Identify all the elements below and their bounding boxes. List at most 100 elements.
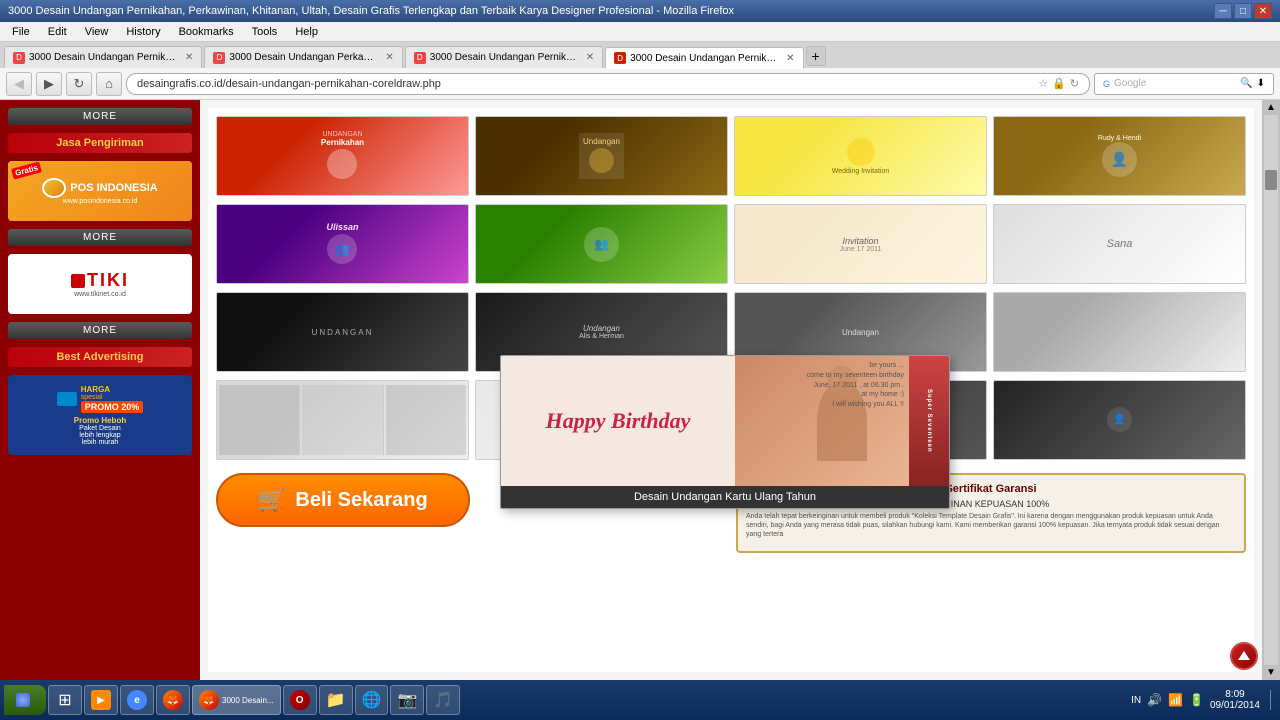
- grid-img-2-3[interactable]: Invitation June 17 2011: [734, 204, 987, 284]
- up-arrow-icon: [1237, 649, 1251, 663]
- tooltip-image-area: Happy Birthday be yours ... come to my s…: [501, 356, 949, 486]
- taskbar-app2[interactable]: 🎵: [426, 685, 460, 715]
- maximize-button[interactable]: □: [1234, 3, 1252, 19]
- tiki-name: TIKI: [87, 270, 129, 291]
- promo-percent: PROMO 20%: [81, 401, 144, 413]
- menu-bar: File Edit View History Bookmarks Tools H…: [0, 22, 1280, 42]
- promo-banner[interactable]: HARGA spesial PROMO 20% Promo Heboh Pake…: [8, 375, 192, 455]
- reload-button[interactable]: ↻: [66, 72, 92, 96]
- new-tab-button[interactable]: +: [806, 46, 826, 66]
- grid-img-1-2[interactable]: Undangan: [475, 116, 728, 196]
- url-text: desaingrafis.co.id/desain-undangan-perni…: [137, 78, 1034, 90]
- promo-spesial: spesial: [81, 394, 144, 401]
- home-button[interactable]: ⌂: [96, 72, 122, 96]
- taskbar-media[interactable]: ▶: [84, 685, 118, 715]
- start-button[interactable]: [4, 685, 46, 715]
- search-icon[interactable]: 🔍: [1240, 78, 1252, 89]
- taskbar-windows[interactable]: ⊞: [48, 685, 82, 715]
- grid-img-1-3[interactable]: Wedding Invitation: [734, 116, 987, 196]
- time-display: 8:09 09/01/2014: [1210, 689, 1260, 711]
- menu-edit[interactable]: Edit: [40, 24, 75, 40]
- network-icon[interactable]: 📶: [1168, 693, 1183, 707]
- cart-icon: 🛒: [258, 487, 285, 513]
- image-grid-row2: Ulissan 👥 👥 Invitation June 17 2011: [216, 204, 1246, 284]
- ie-icon: e: [127, 690, 147, 710]
- tab-1-label: 3000 Desain Undangan Pernikahan, P...: [29, 52, 179, 63]
- minimize-button[interactable]: ─: [1214, 3, 1232, 19]
- left-sidebar: MORE Jasa Pengiriman Gratis POS INDONESI…: [0, 100, 200, 680]
- grid-img-4-4[interactable]: 👤: [993, 380, 1246, 460]
- taskbar-firefox[interactable]: 🦊: [156, 685, 190, 715]
- close-button[interactable]: ✕: [1254, 3, 1272, 19]
- grid-img-2-4[interactable]: Sana: [993, 204, 1246, 284]
- scroll-to-top-button[interactable]: [1230, 642, 1258, 670]
- battery-icon[interactable]: 🔋: [1189, 693, 1204, 707]
- scroll-thumb[interactable]: [1265, 170, 1277, 190]
- taskbar-opera[interactable]: O: [283, 685, 317, 715]
- forward-button[interactable]: ▶: [36, 72, 62, 96]
- app2-icon: 🎵: [433, 690, 453, 710]
- taskbar-app1[interactable]: 📷: [390, 685, 424, 715]
- tab-4-close[interactable]: ✕: [786, 53, 794, 64]
- more-button-tiki[interactable]: MORE: [8, 322, 192, 339]
- grid-img-3-4[interactable]: [993, 292, 1246, 372]
- tab-4[interactable]: D 3000 Desain Undangan Pernikahan, P... …: [605, 47, 803, 69]
- grid-img-1-1[interactable]: UNDANGAN Pernikahan: [216, 116, 469, 196]
- menu-history[interactable]: History: [118, 24, 168, 40]
- scrollbar[interactable]: ▲ ▼: [1262, 100, 1280, 680]
- menu-help[interactable]: Help: [287, 24, 326, 40]
- advertising-heading: Best Advertising: [8, 347, 192, 367]
- pos-indonesia-banner[interactable]: Gratis POS INDONESIA www.posindonesia.co…: [8, 161, 192, 221]
- tab-1[interactable]: D 3000 Desain Undangan Pernikahan, P... …: [4, 46, 202, 68]
- tab-3[interactable]: D 3000 Desain Undangan Pernikahan, P... …: [405, 46, 603, 68]
- tab-3-favicon: D: [414, 52, 426, 64]
- earth-icon: 🌐: [362, 690, 382, 710]
- back-button[interactable]: ◀: [6, 72, 32, 96]
- taskbar-folder[interactable]: 📁: [319, 685, 353, 715]
- menu-bookmarks[interactable]: Bookmarks: [171, 24, 242, 40]
- more-button-top[interactable]: MORE: [8, 108, 192, 125]
- tab-2[interactable]: D 3000 Desain Undangan Perkawinan P... ✕: [204, 46, 402, 68]
- sound-icon[interactable]: 🔊: [1147, 693, 1162, 707]
- tiki-banner[interactable]: TIKI www.tikinet.co.id: [8, 254, 192, 314]
- buy-button[interactable]: 🛒 Beli Sekarang: [216, 473, 470, 527]
- more-button-pos[interactable]: MORE: [8, 229, 192, 246]
- tab-2-close[interactable]: ✕: [385, 52, 393, 63]
- menu-view[interactable]: View: [77, 24, 117, 40]
- url-bar[interactable]: desaingrafis.co.id/desain-undangan-perni…: [126, 73, 1090, 95]
- scroll-up-button[interactable]: ▲: [1264, 100, 1278, 115]
- search-bar[interactable]: G Google 🔍 ⬇: [1094, 73, 1274, 95]
- window-controls[interactable]: ─ □ ✕: [1214, 3, 1272, 19]
- download-icon[interactable]: ⬇: [1257, 78, 1265, 89]
- taskbar-firefox-active[interactable]: 🦊 3000 Desain...: [192, 685, 281, 715]
- grid-img-1-4-inner: Rudy & Hendi 👤: [994, 117, 1245, 195]
- date: 09/01/2014: [1210, 700, 1260, 711]
- tooltip-left: Happy Birthday: [501, 356, 735, 486]
- tab-4-label: 3000 Desain Undangan Pernikahan, P...: [630, 53, 780, 64]
- promo-murah: lebih murah: [82, 439, 119, 446]
- menu-file[interactable]: File: [4, 24, 38, 40]
- taskbar-ie[interactable]: e: [120, 685, 154, 715]
- menu-tools[interactable]: Tools: [244, 24, 286, 40]
- grid-img-1-4[interactable]: Rudy & Hendi 👤: [993, 116, 1246, 196]
- grid-img-3-1[interactable]: UNDANGAN: [216, 292, 469, 372]
- scroll-track[interactable]: [1264, 115, 1278, 665]
- folder-icon: 📁: [326, 690, 346, 710]
- tab-4-favicon: D: [614, 52, 626, 64]
- taskbar-earth[interactable]: 🌐: [355, 685, 389, 715]
- show-desktop-icon[interactable]: [1270, 690, 1276, 710]
- grid-img-4-1[interactable]: [216, 380, 469, 460]
- tab-3-close[interactable]: ✕: [586, 52, 594, 63]
- grid-img-2-2[interactable]: 👥: [475, 204, 728, 284]
- app1-icon: 📷: [397, 690, 417, 710]
- firefox-icon: 🦊: [163, 690, 183, 710]
- tab-1-close[interactable]: ✕: [185, 52, 193, 63]
- promo-heboh: Promo Heboh: [74, 416, 126, 425]
- grid-img-2-1[interactable]: Ulissan 👥: [216, 204, 469, 284]
- star-icon: ☆: [1038, 77, 1048, 90]
- time: 8:09: [1210, 689, 1260, 700]
- firefox-tab-label: 3000 Desain...: [222, 696, 274, 705]
- scroll-down-button[interactable]: ▼: [1264, 665, 1278, 680]
- tooltip-title: Desain Undangan Kartu Ulang Tahun: [634, 491, 816, 503]
- tab-1-favicon: D: [13, 52, 25, 64]
